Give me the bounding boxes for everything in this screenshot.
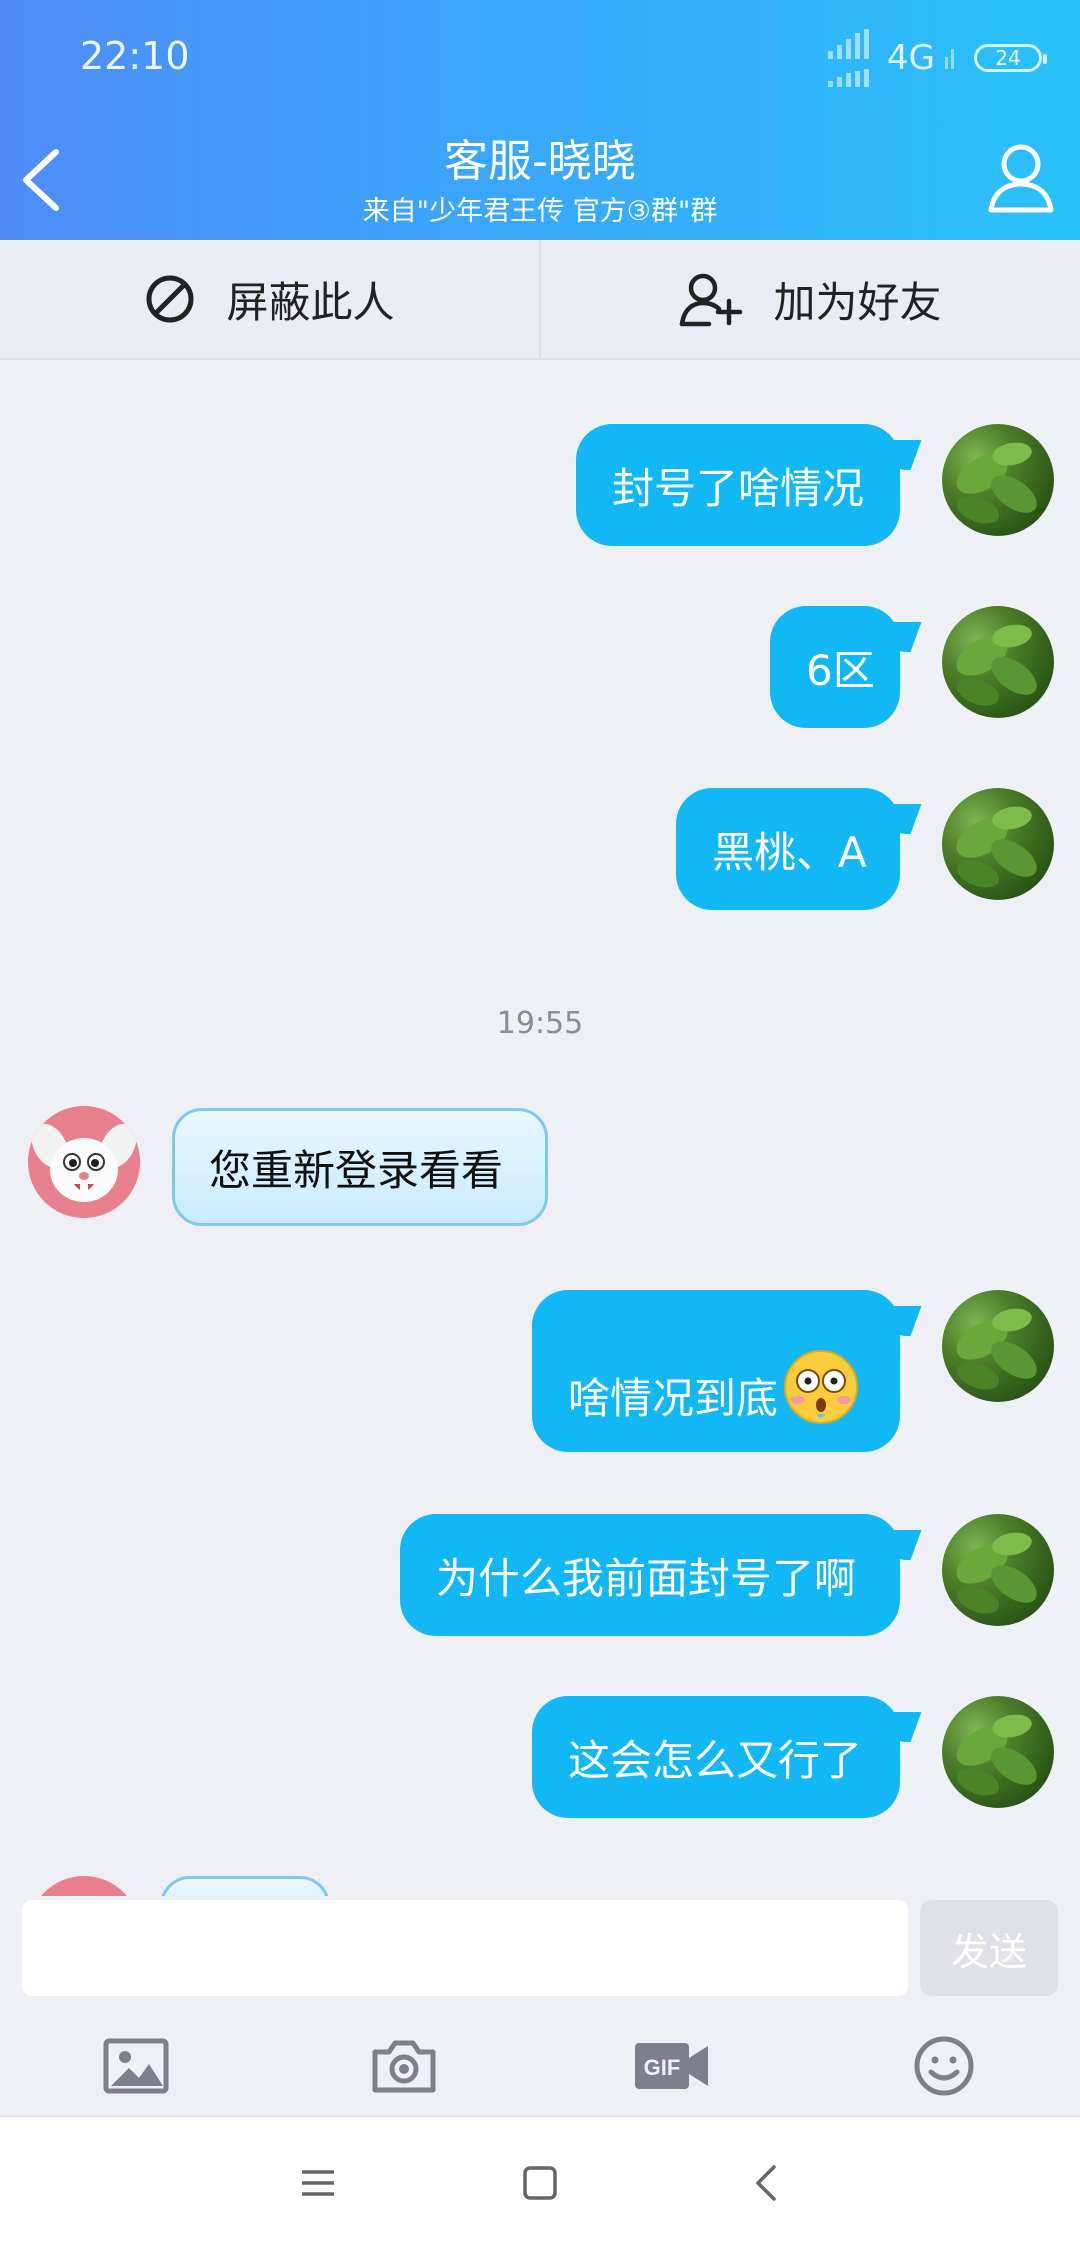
message-text: 6区 xyxy=(806,645,875,695)
composer-toolbar: GIF xyxy=(0,2026,1080,2116)
user-avatar[interactable] xyxy=(942,1514,1054,1626)
network-type: 4G xyxy=(887,38,935,78)
gif-icon: GIF xyxy=(635,2043,708,2089)
message-bubble-outgoing[interactable]: 黑桃、A xyxy=(676,788,900,910)
image-icon xyxy=(103,2038,169,2094)
home-button[interactable] xyxy=(508,2151,572,2215)
user-avatar[interactable] xyxy=(942,1290,1054,1402)
system-nav-bar xyxy=(0,2116,1080,2248)
camera-icon xyxy=(372,2040,436,2093)
battery-icon: 24 xyxy=(974,44,1047,72)
add-friend-label: 加为好友 xyxy=(773,277,942,327)
block-user-label: 屏蔽此人 xyxy=(226,277,395,327)
message-text: 啥情况到底 xyxy=(568,1374,779,1423)
status-icons: 4G 24 xyxy=(828,18,1047,98)
block-icon xyxy=(146,275,194,323)
back-icon xyxy=(756,2165,776,2201)
message-timestamp: 19:55 xyxy=(496,1006,584,1041)
page-subtitle: 来自"少年君王传 官方③群"群 xyxy=(362,196,718,227)
person-icon xyxy=(988,144,1054,213)
message-bubble-incoming-partial[interactable] xyxy=(160,1876,330,1896)
send-button[interactable]: 发送 xyxy=(920,1900,1058,1996)
message-text: 这会怎么又行了 xyxy=(568,1735,863,1785)
user-avatar[interactable] xyxy=(942,424,1054,536)
gif-button[interactable]: GIF xyxy=(632,2026,712,2106)
signal-icon xyxy=(828,29,870,87)
add-person-icon xyxy=(680,273,743,327)
shocked-face-icon xyxy=(784,1350,859,1424)
system-back-button[interactable] xyxy=(734,2151,798,2215)
emoji-button[interactable] xyxy=(904,2026,984,2106)
message-list[interactable]: 封号了啥情况 6区 黑桃、A 19:55 您重新登录看看 啥情况到底 为什么我前… xyxy=(0,362,1080,1896)
user-avatar[interactable] xyxy=(942,606,1054,718)
camera-button[interactable] xyxy=(364,2026,444,2106)
user-avatar[interactable] xyxy=(942,788,1054,900)
home-icon xyxy=(523,2166,557,2200)
message-bubble-outgoing[interactable]: 封号了啥情况 xyxy=(576,424,900,546)
svg-text:GIF: GIF xyxy=(644,2055,681,2080)
data-activity-icon xyxy=(945,47,954,69)
emoji-icon xyxy=(914,2036,974,2096)
profile-button[interactable] xyxy=(986,140,1056,214)
page-title: 客服-晓晓 xyxy=(444,136,636,187)
composer: 发送 GIF xyxy=(0,1896,1080,2116)
rabbit-icon xyxy=(28,1106,140,1218)
agent-avatar[interactable] xyxy=(28,1106,140,1218)
message-text: 封号了啥情况 xyxy=(612,463,865,513)
message-text: 为什么我前面封号了啊 xyxy=(436,1553,857,1603)
message-bubble-outgoing[interactable]: 6区 xyxy=(770,606,900,728)
message-bubble-incoming[interactable]: 您重新登录看看 xyxy=(172,1108,548,1226)
image-button[interactable] xyxy=(96,2026,176,2106)
message-text: 黑桃、A xyxy=(712,827,867,877)
add-friend-button[interactable]: 加为好友 xyxy=(539,240,1080,358)
action-bar: 屏蔽此人 加为好友 xyxy=(0,240,1080,360)
title-block: 客服-晓晓 来自"少年君王传 官方③群"群 xyxy=(0,136,1080,230)
message-text: 您重新登录看看 xyxy=(209,1145,504,1195)
chat-header: 22:10 4G 24 客服-晓晓 来自"少年君王传 官方③群"群 xyxy=(0,0,1080,240)
user-avatar[interactable] xyxy=(942,1696,1054,1808)
menu-button[interactable] xyxy=(286,2151,350,2215)
message-bubble-outgoing[interactable]: 为什么我前面封号了啊 xyxy=(400,1514,900,1636)
message-input[interactable] xyxy=(22,1900,908,1996)
status-time: 22:10 xyxy=(80,34,190,78)
block-user-button[interactable]: 屏蔽此人 xyxy=(0,240,539,358)
agent-avatar[interactable] xyxy=(28,1876,140,1896)
message-bubble-outgoing[interactable]: 啥情况到底 xyxy=(532,1290,900,1452)
menu-icon xyxy=(302,2170,334,2196)
message-bubble-outgoing[interactable]: 这会怎么又行了 xyxy=(532,1696,900,1818)
